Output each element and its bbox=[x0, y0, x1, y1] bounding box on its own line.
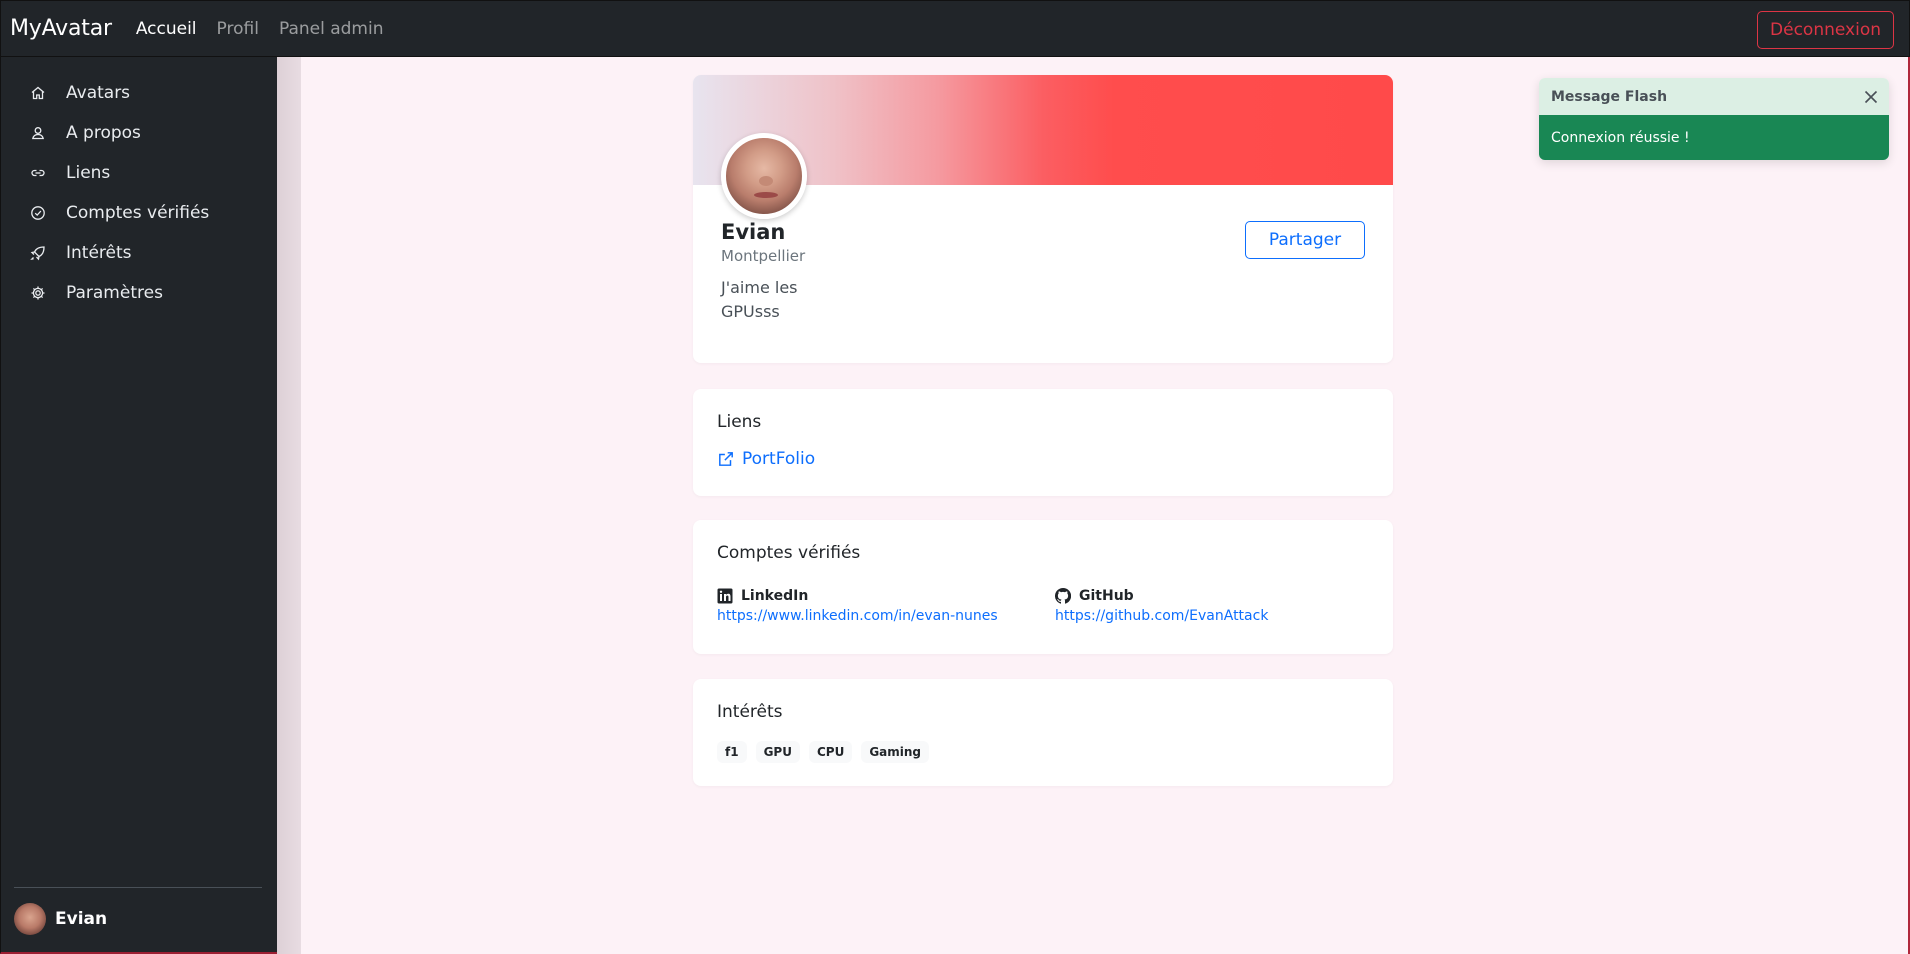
sidebar-item-label: A propos bbox=[66, 123, 141, 143]
share-button[interactable]: Partager bbox=[1245, 221, 1365, 259]
interest-tag: Gaming bbox=[861, 741, 930, 763]
account-url[interactable]: https://github.com/EvanAttack bbox=[1055, 608, 1268, 624]
links-title: Liens bbox=[717, 412, 762, 432]
avatar bbox=[14, 903, 46, 935]
account-name: GitHub bbox=[1079, 588, 1134, 604]
sidebar-item-comptes-verifies[interactable]: Comptes vérifiés bbox=[29, 203, 209, 223]
account-name: LinkedIn bbox=[741, 588, 809, 604]
account-github: GitHub https://github.com/EvanAttack bbox=[1055, 588, 1268, 624]
interest-tag: f1 bbox=[717, 741, 747, 763]
check-circle-icon bbox=[29, 204, 47, 222]
linkedin-icon bbox=[717, 588, 741, 604]
profile-city: Montpellier bbox=[721, 247, 806, 265]
top-navbar: MyAvatar Accueil Profil Panel admin Déco… bbox=[0, 0, 1910, 57]
sidebar-item-label: Paramètres bbox=[66, 283, 163, 303]
profile-card: Evian Montpellier J'aime les GPUsss Part… bbox=[693, 75, 1393, 363]
sidebar-item-label: Intérêts bbox=[66, 243, 132, 263]
sidebar-user-name: Evian bbox=[55, 909, 108, 929]
accounts-card: Comptes vérifiés LinkedIn https://www.li… bbox=[693, 520, 1393, 654]
account-linkedin: LinkedIn https://www.linkedin.com/in/eva… bbox=[717, 588, 998, 624]
interest-tag: CPU bbox=[808, 741, 853, 763]
sidebar-item-liens[interactable]: Liens bbox=[29, 163, 110, 183]
content-gutter bbox=[277, 57, 301, 954]
nav-link-panel-admin[interactable]: Panel admin bbox=[279, 19, 384, 39]
brand-logo[interactable]: MyAvatar bbox=[10, 16, 112, 41]
sidebar-item-interets[interactable]: Intérêts bbox=[29, 243, 132, 263]
link-label: PortFolio bbox=[742, 449, 816, 469]
nav-link-accueil[interactable]: Accueil bbox=[136, 19, 197, 39]
portfolio-link[interactable]: PortFolio bbox=[717, 449, 815, 469]
flash-toast: Message Flash Connexion réussie ! bbox=[1539, 78, 1889, 160]
sidebar-item-label: Avatars bbox=[66, 83, 131, 103]
sidebar-user[interactable]: Evian bbox=[14, 903, 107, 935]
interests-title: Intérêts bbox=[717, 702, 783, 722]
sidebar-item-a-propos[interactable]: A propos bbox=[29, 123, 141, 143]
toast-header: Message Flash bbox=[1539, 78, 1889, 115]
sidebar-item-parametres[interactable]: Paramètres bbox=[29, 283, 163, 303]
profile-name: Evian bbox=[721, 220, 786, 244]
accounts-title: Comptes vérifiés bbox=[717, 543, 861, 563]
account-url[interactable]: https://www.linkedin.com/in/evan-nunes bbox=[717, 608, 998, 624]
interest-tag: GPU bbox=[755, 741, 800, 763]
sidebar-item-label: Liens bbox=[66, 163, 111, 183]
sidebar: Avatars A propos Liens Comptes vérifiés … bbox=[0, 57, 277, 954]
links-card: Liens PortFolio bbox=[693, 389, 1393, 496]
sidebar-divider bbox=[14, 887, 262, 888]
toast-title: Message Flash bbox=[1551, 88, 1668, 105]
close-icon[interactable] bbox=[1861, 87, 1881, 107]
logout-button[interactable]: Déconnexion bbox=[1757, 11, 1894, 49]
gear-icon bbox=[29, 284, 47, 302]
rocket-icon bbox=[29, 244, 47, 262]
toast-message: Connexion réussie ! bbox=[1539, 115, 1889, 160]
profile-bio: J'aime les GPUsss bbox=[721, 278, 798, 321]
interests-card: Intérêts f1 GPU CPU Gaming bbox=[693, 679, 1393, 786]
sidebar-item-avatars[interactable]: Avatars bbox=[29, 83, 130, 103]
nav-link-profil[interactable]: Profil bbox=[217, 19, 259, 39]
profile-avatar bbox=[721, 133, 807, 219]
home-icon bbox=[29, 84, 47, 102]
user-icon bbox=[29, 124, 47, 142]
link-icon bbox=[29, 164, 47, 182]
github-icon bbox=[1055, 588, 1079, 604]
interest-tags: f1 GPU CPU Gaming bbox=[717, 741, 938, 763]
external-link-icon bbox=[717, 450, 742, 468]
sidebar-item-label: Comptes vérifiés bbox=[66, 203, 210, 223]
